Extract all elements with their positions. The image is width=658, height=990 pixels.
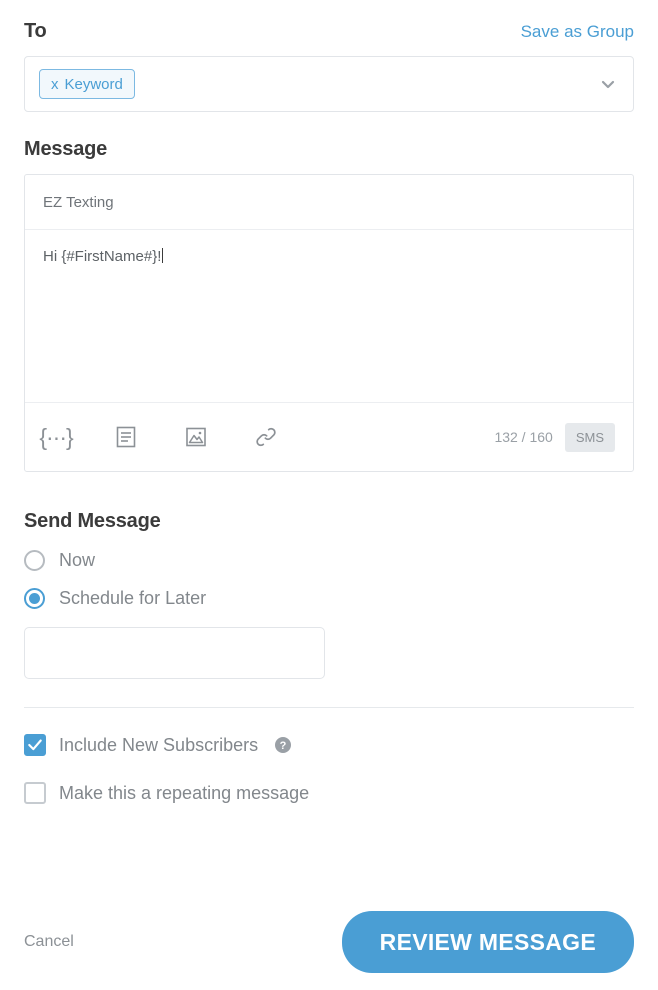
repeating-message-label: Make this a repeating message [59,782,310,803]
text-caret [162,248,164,263]
toolbar-status-group: 132 / 160 SMS [494,422,615,452]
checkbox-repeating-message[interactable]: Make this a repeating message [24,782,634,804]
merge-field-icon[interactable]: {···} [39,424,73,450]
recipient-select[interactable]: x Keyword [24,56,634,112]
schedule-datetime-input[interactable] [24,627,325,679]
help-icon[interactable]: ? [275,737,292,753]
radio-now-label: Now [59,550,96,570]
chevron-down-icon[interactable] [601,77,615,91]
radio-now-indicator[interactable] [24,550,45,571]
message-body-text: Hi {#FirstName#}! [43,248,162,265]
message-label: Message [24,138,108,160]
character-counter: 132 / 160 [494,429,553,445]
radio-schedule-indicator[interactable] [24,588,45,609]
radio-option-now[interactable]: Now [24,550,634,571]
recipient-chip-keyword[interactable]: x Keyword [39,69,135,99]
to-header-row: To Save as Group [24,0,634,43]
chip-remove-icon[interactable]: x [51,76,59,93]
toolbar-icon-group: {···} [39,424,279,450]
footer-actions: Cancel REVIEW MESSAGE [24,911,634,973]
repeating-message-box[interactable] [24,782,46,804]
send-message-label: Send Message [24,510,161,532]
save-as-group-link[interactable]: Save as Group [521,22,634,42]
message-subject-input[interactable]: EZ Texting [25,175,633,230]
message-composer: EZ Texting Hi {#FirstName#}! {···} 132 /… [24,174,634,472]
merge-field-glyph: {···} [39,423,73,450]
cancel-button[interactable]: Cancel [24,933,74,951]
message-toolbar: {···} 132 / 160 SMS [25,403,633,471]
radio-schedule-label: Schedule for Later [59,588,207,608]
checkbox-include-new-subscribers[interactable]: Include New Subscribers ? [24,734,634,756]
compose-message-panel: To Save as Group x Keyword Message EZ Te… [0,0,658,990]
to-label: To [24,20,47,42]
image-icon[interactable] [183,424,209,450]
link-icon[interactable] [253,424,279,450]
review-message-button[interactable]: REVIEW MESSAGE [341,911,634,973]
include-new-subscribers-label: Include New Subscribers [59,734,259,755]
section-divider [24,707,634,708]
radio-option-schedule-for-later[interactable]: Schedule for Later [24,588,634,609]
template-icon[interactable] [113,424,139,450]
svg-text:?: ? [280,740,287,752]
include-new-subscribers-box[interactable] [24,734,46,756]
message-type-badge[interactable]: SMS [564,422,615,452]
message-body-textarea[interactable]: Hi {#FirstName#}! [25,230,633,403]
chip-label: Keyword [64,75,123,93]
